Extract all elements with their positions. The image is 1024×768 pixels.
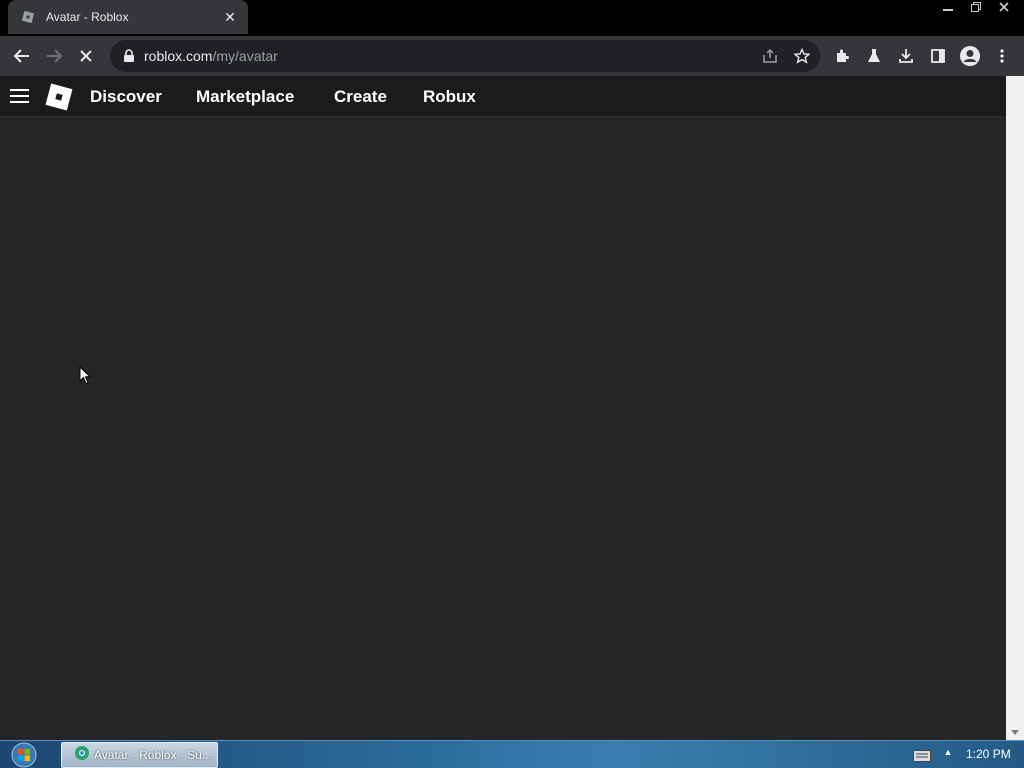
tab-title: Avatar - Roblox [46,10,129,24]
star-icon[interactable] [792,46,812,66]
hamburger-menu-icon[interactable] [10,86,30,106]
extensions-icon[interactable] [830,44,854,68]
nav-create-link[interactable]: Create [334,87,387,107]
tab-close-icon[interactable]: ✕ [222,9,238,25]
download-icon[interactable] [894,44,918,68]
labs-icon[interactable] [862,44,886,68]
loading-icon[interactable] [74,44,98,68]
back-icon[interactable] [10,44,34,68]
browser-toolbar: roblox.com/my/avatar [0,36,1024,76]
keyboard-icon[interactable] [913,749,931,762]
roblox-logo-icon[interactable] [44,82,74,112]
roblox-favicon-icon [20,9,36,25]
nav-marketplace-link[interactable]: Marketplace [196,87,294,107]
mouse-cursor-icon [79,365,92,386]
browser-tab[interactable]: Avatar - Roblox ✕ [8,0,248,34]
url-host: roblox.com [144,48,213,64]
windows-taskbar: Avatar - Roblox - Su... ▲ 1:20 PM [0,740,1024,768]
show-hidden-icons-arrow[interactable]: ▲ [942,747,954,761]
nav-robux-link[interactable]: Robux [423,87,476,107]
nav-discover-link[interactable]: Discover [90,87,162,107]
page-content: Discover Marketplace Create Robux [0,76,1006,740]
chrome-icon [74,745,90,766]
share-icon[interactable] [760,46,780,66]
start-button-icon[interactable] [8,742,40,768]
lock-icon[interactable] [122,49,136,63]
profile-icon[interactable] [958,44,982,68]
browser-titlebar: Avatar - Roblox ✕ [0,0,1024,36]
taskbar-item-label: Avatar - Roblox - Su... [94,748,212,762]
scroll-down-arrow-icon[interactable] [1006,726,1024,740]
restore-icon[interactable] [964,0,988,18]
sidepanel-icon[interactable] [926,44,950,68]
minimize-icon[interactable] [936,0,960,18]
taskbar-browser-item[interactable]: Avatar - Roblox - Su... [61,742,218,768]
window-controls [932,0,1016,18]
url-path: /my/avatar [212,48,278,64]
menu-icon[interactable] [990,44,1014,68]
url-text[interactable]: roblox.com/my/avatar [144,48,278,64]
close-window-icon[interactable] [992,0,1016,18]
forward-icon[interactable] [42,44,66,68]
site-navbar: Discover Marketplace Create Robux [0,76,1006,117]
page-scrollbar[interactable] [1006,76,1024,740]
address-bar[interactable]: roblox.com/my/avatar [110,40,820,72]
taskbar-clock[interactable]: 1:20 PM [966,747,1011,761]
